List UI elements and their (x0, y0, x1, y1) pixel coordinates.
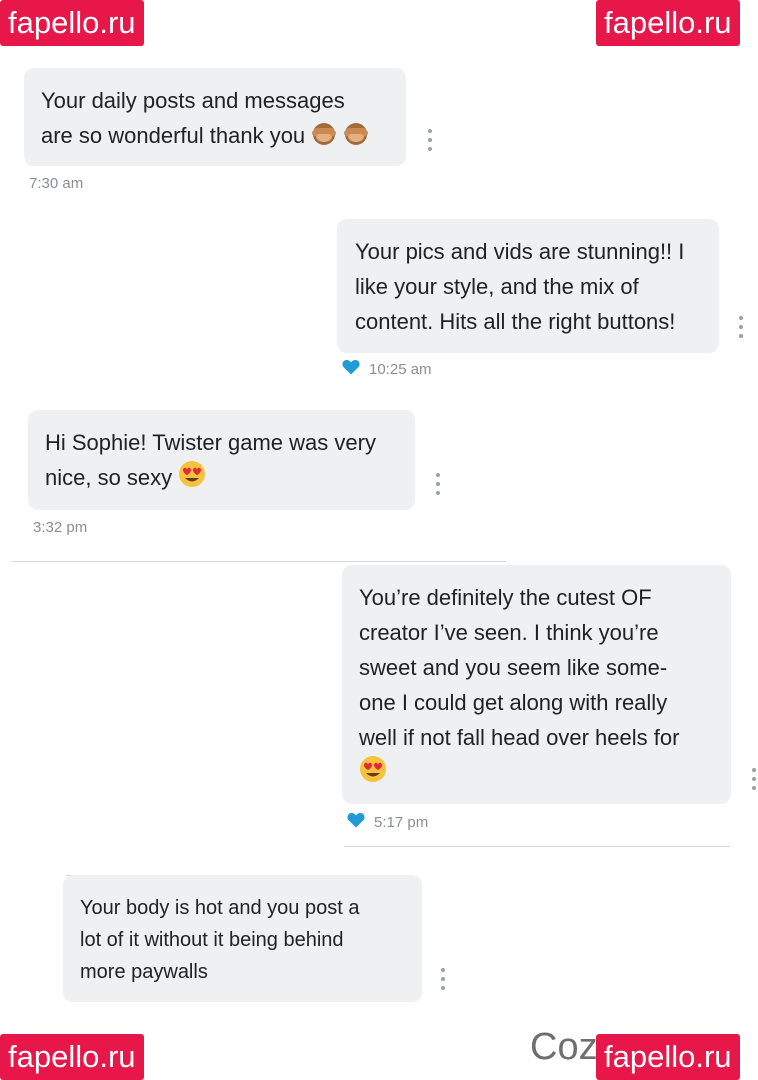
watermark-top-right: fapello.ru (596, 0, 740, 46)
message-text-5: Your body is hot and you post a lot of i… (80, 897, 360, 983)
message-time-1: 7:30 am (29, 175, 84, 192)
message-bubble-5[interactable]: Your body is hot and you post a lot of i… (63, 875, 422, 1002)
watermark-bottom-left: fapello.ru (0, 1034, 144, 1080)
heart-icon[interactable] (342, 359, 360, 375)
message-bubble-2[interactable]: Your pics and vids are stunning!! I like… (337, 219, 719, 353)
message-bubble-4[interactable]: You’re definitely the cutest OF creator … (342, 565, 731, 804)
message-time-3: 3:32 pm (33, 519, 88, 536)
message-time-4: 5:17 pm (374, 814, 429, 831)
heart-eyes-icon (178, 460, 206, 498)
message-text-1: Your daily posts and messages are so won… (41, 88, 345, 148)
message-menu-icon[interactable] (440, 968, 446, 990)
see-no-evil-monkey-icon (311, 120, 337, 155)
message-menu-icon[interactable] (427, 129, 433, 151)
background-text: Coz (530, 1026, 598, 1068)
heart-eyes-icon (359, 755, 387, 793)
message-text-2: Your pics and vids are stunning!! I like… (355, 239, 685, 334)
divider (344, 846, 730, 847)
message-menu-icon[interactable] (751, 768, 757, 790)
message-bubble-1[interactable]: Your daily posts and messages are so won… (24, 68, 406, 166)
message-menu-icon[interactable] (738, 316, 744, 338)
message-time-2: 10:25 am (369, 361, 432, 378)
message-text-3: Hi Sophie! Twister game was very nice, s… (45, 430, 376, 490)
heart-icon[interactable] (347, 812, 365, 828)
message-bubble-3[interactable]: Hi Sophie! Twister game was very nice, s… (28, 410, 415, 510)
message-text-4: You’re definitely the cutest OF creator … (359, 585, 680, 750)
watermark-top-left: fapello.ru (0, 0, 144, 46)
divider (12, 561, 506, 562)
watermark-bottom-right: fapello.ru (596, 1034, 740, 1080)
message-menu-icon[interactable] (435, 473, 441, 495)
see-no-evil-monkey-icon (343, 120, 369, 155)
